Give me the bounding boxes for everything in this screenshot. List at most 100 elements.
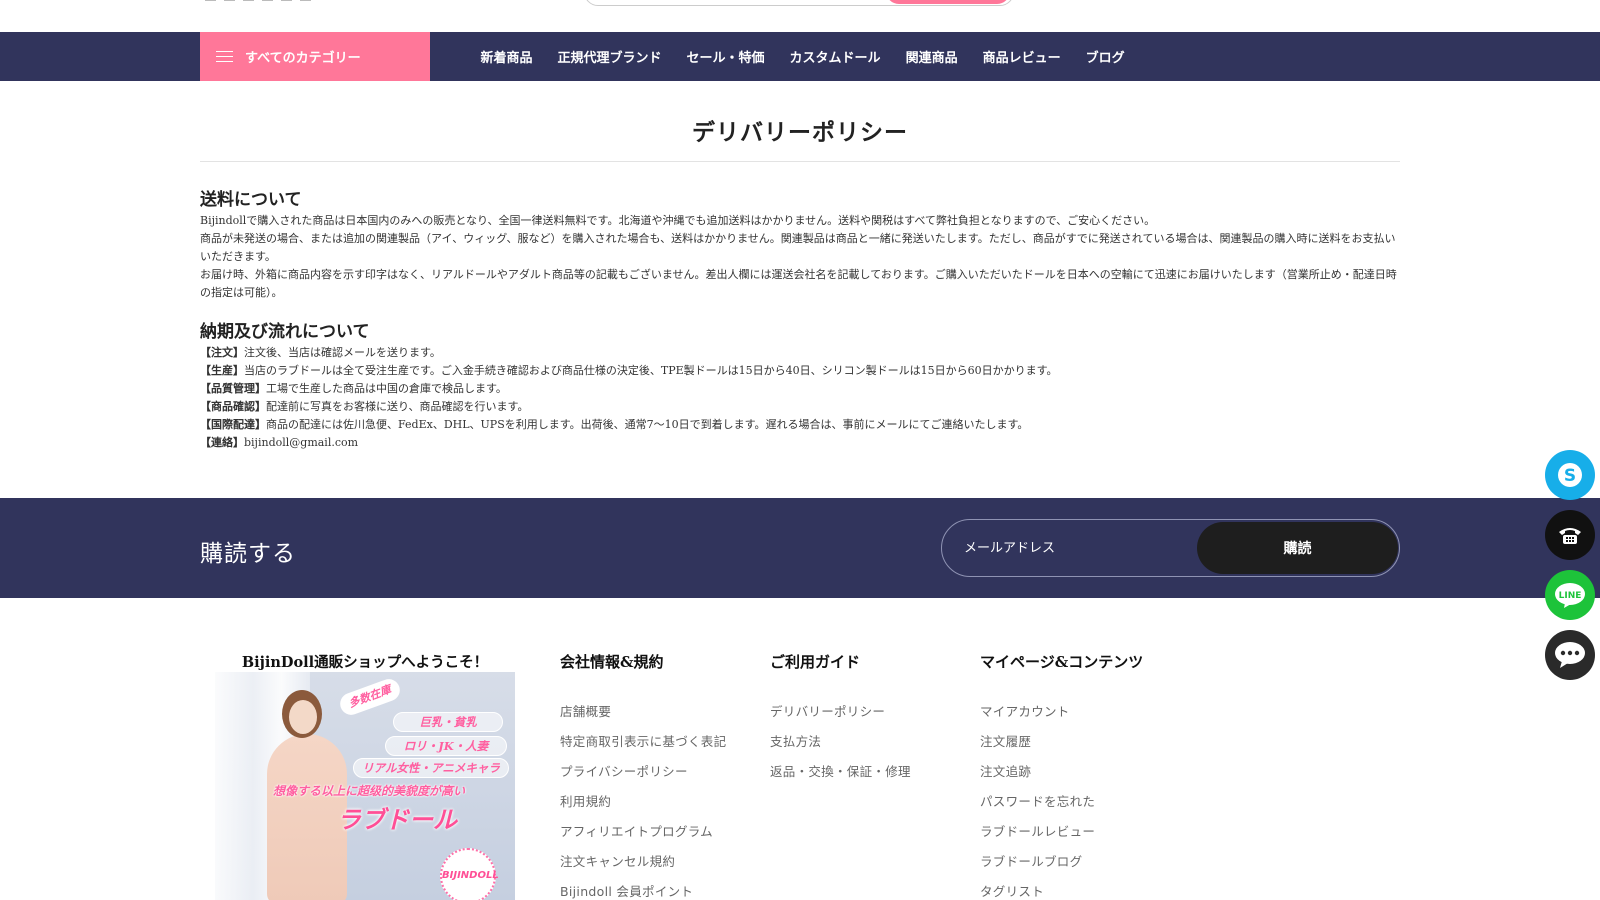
footer-link[interactable]: 注文履歴	[980, 734, 1143, 764]
footer-link[interactable]: 特定商取引表示に基づく表記	[560, 734, 726, 764]
footer-col-company: 会社情報&規約 店舗概要 特定商取引表示に基づく表記 プライバシーポリシー 利用…	[560, 651, 726, 900]
footer-link-text[interactable]: 店舗概要	[560, 704, 611, 719]
footer-link[interactable]: ラブドールレビュー	[980, 824, 1143, 854]
shipping-section: 送料について Bijindollで購入された商品は日本国内のみへの販売となり、全…	[200, 185, 1400, 302]
page-title: デリバリーポリシー	[692, 120, 908, 146]
footer-link[interactable]: プライバシーポリシー	[560, 764, 726, 794]
flow-label: 【品質管理】	[200, 382, 266, 395]
footer-link-text[interactable]: Bijindoll 会員ポイント	[560, 884, 693, 899]
flow-item-confirm: 【商品確認】配達前に写真をお客様に送り、商品確認を行います。	[200, 398, 1400, 416]
title-divider	[200, 161, 1400, 162]
flow-label: 【商品確認】	[200, 400, 266, 413]
nav-related-products[interactable]: 関連商品	[906, 47, 958, 66]
flow-item-order: 【注文】注文後、当店は確認メールを送ります。	[200, 344, 1400, 362]
footer-link[interactable]: 利用規約	[560, 794, 726, 824]
menu-icon	[216, 50, 233, 63]
search-button[interactable]	[886, 0, 1010, 4]
flow-text: 配達前に写真をお客様に送り、商品確認を行います。	[266, 400, 529, 413]
footer-link[interactable]: 注文キャンセル規約	[560, 854, 726, 884]
footer-link[interactable]: Bijindoll 会員ポイント	[560, 884, 726, 900]
footer-link-text[interactable]: パスワードを忘れた	[980, 794, 1095, 809]
flow-text: 工場で生産した商品は中国の倉庫で検品します。	[266, 382, 507, 395]
footer-link-text[interactable]: 注文履歴	[980, 734, 1031, 749]
banner-tag: ロリ・JK・人妻	[385, 736, 507, 756]
nav-custom-doll[interactable]: カスタムドール	[790, 47, 881, 66]
flow-item-intl-shipping: 【国際配達】商品の配達には佐川急便、FedEx、DHL、UPSを利用します。出荷…	[200, 416, 1400, 434]
subscribe-button[interactable]: 購読	[1197, 522, 1398, 574]
delivery-flow-section: 納期及び流れについて 【注文】注文後、当店は確認メールを送ります。 【生産】当店…	[200, 317, 1400, 452]
banner-figure	[267, 734, 347, 900]
footer-link-text[interactable]: タグリスト	[980, 884, 1044, 899]
chat-button[interactable]	[1545, 630, 1595, 680]
footer-link-text[interactable]: ラブドールブログ	[980, 854, 1082, 869]
chat-icon	[1555, 642, 1585, 668]
line-icon: LINE	[1555, 583, 1585, 608]
banner-tag: 巨乳・貧乳	[393, 712, 503, 732]
footer-link[interactable]: 支払方法	[770, 734, 911, 764]
contact-email[interactable]: bijindoll@gmail.com	[244, 436, 358, 449]
footer-welcome-title: BijinDoll通販ショップへようこそ！	[241, 654, 489, 671]
header-top	[0, 0, 1600, 32]
footer-link[interactable]: タグリスト	[980, 884, 1143, 900]
footer-link[interactable]: マイアカウント	[980, 704, 1143, 734]
phone-button[interactable]	[1545, 510, 1595, 560]
skype-button[interactable]: S	[1545, 450, 1595, 500]
footer-link[interactable]: アフィリエイトプログラム	[560, 824, 726, 854]
footer-link[interactable]: 返品・交換・保証・修理	[770, 764, 911, 794]
nav-links: 新着商品 正規代理ブランド セール・特価 カスタムドール 関連商品 商品レビュー…	[468, 32, 1137, 81]
flow-label: 【注文】	[200, 346, 244, 359]
line-button[interactable]: LINE	[1545, 570, 1595, 620]
flow-label: 【生産】	[200, 364, 244, 377]
footer-link[interactable]: デリバリーポリシー	[770, 704, 911, 734]
footer-link-text[interactable]: 注文追跡	[980, 764, 1031, 779]
nav-new-products[interactable]: 新着商品	[481, 47, 533, 66]
banner-figure-face	[289, 700, 317, 734]
footer-col-heading: マイページ&コンテンツ	[980, 653, 1144, 671]
footer-link[interactable]: ラブドールブログ	[980, 854, 1143, 884]
flow-item-production: 【生産】当店のラブドールは全て受注生産です。ご入金手続き確認および商品仕様の決定…	[200, 362, 1400, 380]
email-field[interactable]	[964, 520, 1194, 576]
flow-text: 商品の配達には佐川急便、FedEx、DHL、UPSを利用します。出荷後、通常7〜…	[266, 418, 1029, 431]
nav-blog[interactable]: ブログ	[1086, 47, 1125, 66]
flow-text: 当店のラブドールは全て受注生産です。ご入金手続き確認および商品仕様の決定後、TP…	[244, 364, 1058, 377]
all-categories-button[interactable]: すべてのカテゴリー	[200, 32, 430, 81]
shipping-paragraph: お届け時、外箱に商品内容を示す印字はなく、リアルドールやアダルト商品等の記載もご…	[200, 268, 1397, 299]
footer-col-heading: ご利用ガイド	[770, 653, 861, 671]
shipping-heading: 送料について	[200, 190, 302, 210]
footer-link-text[interactable]: プライバシーポリシー	[560, 764, 688, 779]
flow-item-contact: 【連絡】bijindoll@gmail.com	[200, 434, 1400, 452]
shipping-paragraph: 商品が未発送の場合、または追加の関連製品（アイ、ウィッグ、服など）を購入された場…	[200, 232, 1396, 263]
footer-link-text[interactable]: 返品・交換・保証・修理	[770, 764, 911, 779]
banner-big-text: ラブドール	[337, 805, 457, 834]
flow-text: 注文後、当店は確認メールを送ります。	[244, 346, 441, 359]
shipping-paragraph: Bijindollで購入された商品は日本国内のみへの販売となり、全国一律送料無料…	[200, 214, 1156, 227]
footer-link-text[interactable]: デリバリーポリシー	[770, 704, 885, 719]
subscribe-title: 購読する	[200, 541, 296, 567]
flow-label: 【国際配達】	[200, 418, 266, 431]
footer-link[interactable]: 店舗概要	[560, 704, 726, 734]
main-navbar: すべてのカテゴリー 新着商品 正規代理ブランド セール・特価 カスタムドール 関…	[0, 32, 1600, 81]
banner-badge: 多数在庫	[337, 676, 403, 718]
nav-sale[interactable]: セール・特価	[687, 47, 765, 66]
footer-link-text[interactable]: 注文キャンセル規約	[560, 854, 675, 869]
banner-tag: リアル女性・アニメキャラ	[353, 758, 509, 778]
footer-link-text[interactable]: 特定商取引表示に基づく表記	[560, 734, 726, 749]
footer-link[interactable]: 注文追跡	[980, 764, 1143, 794]
footer-col-mypage: マイページ&コンテンツ マイアカウント 注文履歴 注文追跡 パスワードを忘れた …	[980, 651, 1143, 900]
footer-link-text[interactable]: マイアカウント	[980, 704, 1070, 719]
nav-official-brands[interactable]: 正規代理ブランド	[558, 47, 662, 66]
nav-reviews[interactable]: 商品レビュー	[983, 47, 1061, 66]
flow-label: 【連絡】	[200, 436, 244, 449]
footer-link-text[interactable]: 利用規約	[560, 794, 611, 809]
footer-link-text[interactable]: アフィリエイトプログラム	[560, 824, 713, 839]
flow-item-quality: 【品質管理】工場で生産した商品は中国の倉庫で検品します。	[200, 380, 1400, 398]
footer-link-text[interactable]: 支払方法	[770, 734, 821, 749]
site-logo[interactable]	[205, 0, 345, 4]
promo-banner[interactable]: 多数在庫 巨乳・貧乳 ロリ・JK・人妻 リアル女性・アニメキャラ 想像する以上に…	[215, 672, 515, 900]
footer-link-text[interactable]: ラブドールレビュー	[980, 824, 1095, 839]
banner-logo: BIJINDOLL	[440, 848, 499, 900]
skype-icon: S	[1558, 463, 1582, 487]
svg-text:LINE: LINE	[1559, 591, 1582, 601]
subscribe-band: 購読する 購読	[0, 498, 1600, 598]
footer-link[interactable]: パスワードを忘れた	[980, 794, 1143, 824]
